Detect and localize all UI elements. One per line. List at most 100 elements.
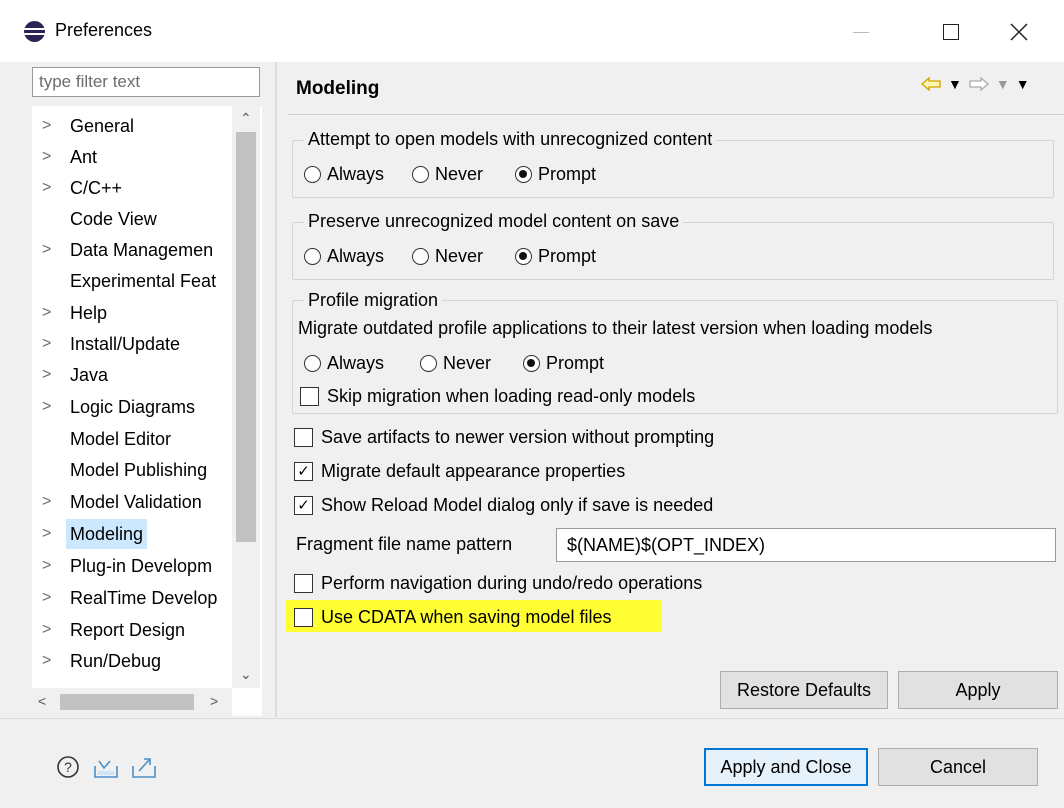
expand-arrow-icon[interactable]: > bbox=[42, 646, 58, 676]
checkbox-label: Skip migration when loading read-only mo… bbox=[327, 386, 696, 406]
radio-preserve-prompt[interactable]: Prompt bbox=[515, 246, 596, 267]
radio-label: Prompt bbox=[538, 164, 597, 184]
expand-arrow-icon[interactable]: > bbox=[42, 583, 58, 613]
tree-item-label: Help bbox=[70, 303, 108, 323]
scroll-up-icon[interactable]: ⌃ bbox=[240, 110, 252, 127]
restore-defaults-button[interactable]: Restore Defaults bbox=[720, 671, 888, 709]
vertical-scroll-thumb[interactable] bbox=[236, 132, 256, 542]
filter-input[interactable]: type filter text bbox=[32, 67, 260, 97]
cancel-button[interactable]: Cancel bbox=[878, 748, 1038, 786]
preference-tree[interactable]: > General > Ant > C/C++ Code View > Data Man… bbox=[32, 106, 262, 716]
checkbox-label: Migrate default appearance properties bbox=[321, 461, 626, 481]
window-title: Preferences bbox=[55, 20, 153, 40]
checkbox-navigation-undo-redo[interactable]: Perform navigation during undo/redo oper… bbox=[294, 573, 702, 594]
svg-text:?: ? bbox=[64, 759, 72, 775]
tree-item-label: Install/Update bbox=[70, 334, 181, 354]
expand-arrow-icon[interactable]: > bbox=[42, 519, 58, 549]
scroll-down-icon[interactable]: ⌄ bbox=[240, 666, 252, 683]
expand-arrow-icon[interactable]: > bbox=[42, 615, 58, 645]
scroll-right-icon[interactable]: > bbox=[210, 693, 218, 709]
expand-arrow-icon[interactable]: > bbox=[42, 298, 58, 328]
eclipse-icon bbox=[24, 21, 45, 42]
checkbox-save-artifacts[interactable]: Save artifacts to newer version without … bbox=[294, 427, 714, 448]
checkmark-icon: ✓ bbox=[294, 496, 313, 515]
radio-circle bbox=[412, 248, 429, 265]
expand-arrow-icon[interactable]: > bbox=[42, 329, 58, 359]
forward-menu-icon[interactable]: ▼ bbox=[996, 76, 1010, 92]
expand-arrow-icon[interactable]: > bbox=[42, 392, 58, 422]
expand-arrow-icon[interactable]: > bbox=[42, 111, 58, 141]
radio-label: Always bbox=[327, 246, 385, 266]
radio-label: Always bbox=[327, 164, 385, 184]
tree-viewport: > General > Ant > C/C++ Code View > Data Man… bbox=[32, 106, 232, 688]
panel-splitter[interactable] bbox=[275, 62, 277, 717]
tree-item-label: Experimental Feat bbox=[70, 271, 217, 291]
tree-item-label: Modeling bbox=[66, 519, 148, 549]
radio-circle bbox=[420, 355, 437, 372]
export-icon[interactable] bbox=[130, 755, 158, 779]
expand-arrow-icon[interactable]: > bbox=[42, 360, 58, 390]
radio-label: Always bbox=[327, 353, 385, 373]
view-menu-icon[interactable]: ▼ bbox=[1016, 76, 1030, 92]
tree-item-label: General bbox=[70, 116, 135, 136]
radio-circle-selected bbox=[515, 248, 532, 265]
maximize-button[interactable] bbox=[928, 14, 974, 50]
checkbox-label: Save artifacts to newer version without … bbox=[321, 427, 715, 447]
tree-item-label: RealTime Develop bbox=[70, 588, 218, 608]
back-menu-icon[interactable]: ▼ bbox=[948, 76, 962, 92]
apply-button[interactable]: Apply bbox=[898, 671, 1058, 709]
tree-item-label: Java bbox=[70, 365, 109, 385]
minimize-button[interactable] bbox=[838, 14, 884, 50]
fragment-pattern-input[interactable]: $(NAME)$(OPT_INDEX) bbox=[556, 528, 1056, 562]
back-arrow-icon[interactable] bbox=[920, 76, 942, 92]
checkbox-box bbox=[294, 574, 313, 593]
forward-arrow-icon[interactable] bbox=[968, 76, 990, 92]
radio-profile-prompt[interactable]: Prompt bbox=[523, 353, 604, 374]
page-nav-toolbar: ▼ ▼ ▼ bbox=[920, 76, 1030, 92]
radio-circle-selected bbox=[523, 355, 540, 372]
radio-open-always[interactable]: Always bbox=[304, 164, 384, 185]
radio-open-prompt[interactable]: Prompt bbox=[515, 164, 596, 185]
tree-item-label: Logic Diagrams bbox=[70, 397, 196, 417]
radio-label: Never bbox=[443, 353, 492, 373]
checkbox-show-reload-dialog[interactable]: ✓ Show Reload Model dialog only if save i… bbox=[294, 495, 713, 516]
radio-circle bbox=[304, 355, 321, 372]
checkbox-use-cdata[interactable]: Use CDATA when saving model files bbox=[294, 607, 611, 628]
radio-profile-never[interactable]: Never bbox=[420, 353, 491, 374]
help-icon[interactable]: ? bbox=[56, 755, 80, 779]
radio-circle bbox=[412, 166, 429, 183]
import-icon[interactable] bbox=[92, 757, 120, 779]
tree-item-label: Code View bbox=[70, 209, 157, 229]
tree-item-label: C/C++ bbox=[70, 178, 123, 198]
tree-item-label: Data Managemen bbox=[70, 240, 214, 260]
expand-arrow-icon[interactable]: > bbox=[42, 551, 58, 581]
expand-arrow-icon[interactable]: > bbox=[42, 487, 58, 517]
apply-and-close-button[interactable]: Apply and Close bbox=[704, 748, 868, 786]
radio-label: Prompt bbox=[546, 353, 605, 373]
radio-profile-always[interactable]: Always bbox=[304, 353, 384, 374]
group-open-title: Attempt to open models with unrecognized… bbox=[304, 129, 717, 150]
checkbox-migrate-appearance[interactable]: ✓ Migrate default appearance properties bbox=[294, 461, 625, 482]
title-bar: Preferences bbox=[0, 0, 1064, 62]
radio-preserve-never[interactable]: Never bbox=[412, 246, 483, 267]
radio-circle bbox=[304, 248, 321, 265]
tree-item-label: Run/Debug bbox=[70, 651, 162, 671]
close-button[interactable] bbox=[996, 14, 1042, 50]
checkbox-skip-migration[interactable]: Skip migration when loading read-only mo… bbox=[300, 386, 695, 407]
radio-circle-selected bbox=[515, 166, 532, 183]
scroll-left-icon[interactable]: < bbox=[38, 693, 46, 709]
tree-item-label: Model Editor bbox=[70, 429, 172, 449]
radio-label: Never bbox=[435, 246, 484, 266]
checkmark-icon: ✓ bbox=[294, 462, 313, 481]
close-icon bbox=[1010, 23, 1028, 41]
expand-arrow-icon[interactable]: > bbox=[42, 173, 58, 203]
checkbox-box bbox=[300, 387, 319, 406]
radio-preserve-always[interactable]: Always bbox=[304, 246, 384, 267]
header-divider bbox=[288, 114, 1064, 115]
radio-open-never[interactable]: Never bbox=[412, 164, 483, 185]
expand-arrow-icon[interactable]: > bbox=[42, 235, 58, 265]
horizontal-scroll-thumb[interactable] bbox=[60, 694, 194, 710]
page-title: Modeling bbox=[296, 78, 380, 99]
checkbox-box bbox=[294, 608, 313, 627]
expand-arrow-icon[interactable]: > bbox=[42, 142, 58, 172]
